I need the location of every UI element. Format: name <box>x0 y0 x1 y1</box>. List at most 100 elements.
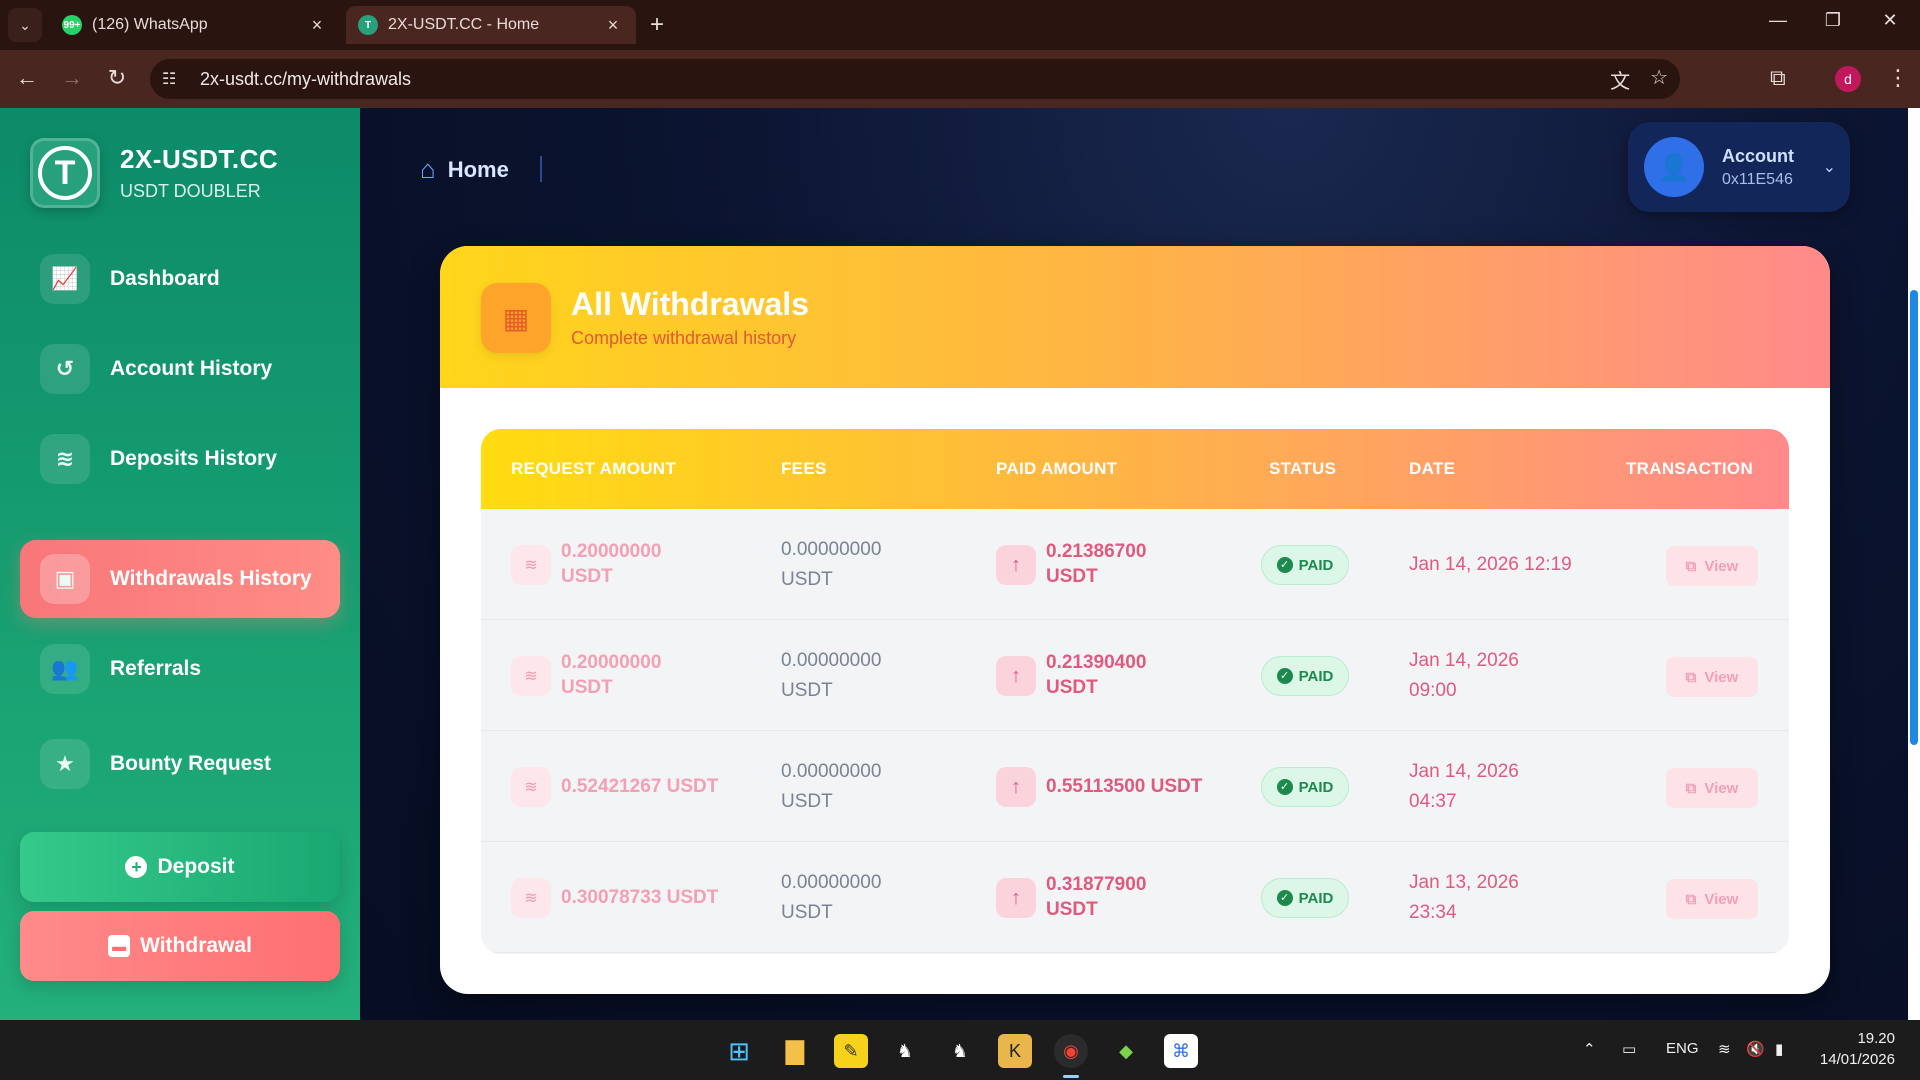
tab-whatsapp[interactable]: 99+ (126) WhatsApp × <box>50 6 340 44</box>
external-link-icon: ⧉ <box>1685 890 1697 908</box>
translate-icon[interactable]: 文 <box>1610 65 1630 94</box>
chrome-icon[interactable]: ◉ <box>1054 1034 1088 1068</box>
active-app-indicator <box>1063 1075 1079 1078</box>
plus-circle-icon: + <box>125 856 148 878</box>
os-taskbar: ⊞ ▇ ✎ ♞ ♞ K ◉ ◆ ⌘ ⌃ ▭ ENG ≋ 🔇 ▮ 19.20 14… <box>0 1020 1920 1080</box>
sidebar-item-deposits-history[interactable]: ≋ Deposits History <box>20 420 340 498</box>
game-launcher-icon[interactable]: K <box>998 1034 1032 1068</box>
url-text: 2x-usdt.cc/my-withdrawals <box>200 68 412 89</box>
card-header: ▦ All Withdrawals Complete withdrawal hi… <box>440 246 1830 388</box>
bluestacks-icon[interactable]: ◆ <box>1109 1034 1143 1068</box>
chevron-up-icon[interactable]: ⌃ <box>1583 1040 1596 1058</box>
scrollbar-thumb[interactable] <box>1910 290 1918 745</box>
view-transaction-button[interactable]: ⧉ View <box>1666 879 1758 919</box>
column-header-paid-amount: PAID AMOUNT <box>996 459 1118 478</box>
date-value: Jan 14, 2026 12:19 <box>1409 554 1572 575</box>
profile-avatar[interactable]: d <box>1835 66 1861 92</box>
minimize-button[interactable]: — <box>1758 10 1798 31</box>
browser-profile-icon[interactable]: ⌘ <box>1164 1034 1198 1068</box>
restore-button[interactable]: ❐ <box>1813 10 1853 31</box>
close-window-button[interactable]: ✕ <box>1870 10 1910 31</box>
sidebar-item-label: Withdrawals History <box>110 567 312 590</box>
sidebar-item-label: Referrals <box>110 657 202 680</box>
card-subtitle: Complete withdrawal history <box>571 328 797 348</box>
coins-icon: ≋ <box>511 878 551 918</box>
volume-muted-icon[interactable]: 🔇 <box>1746 1040 1765 1058</box>
request-amount: 0.52421267 USDT <box>561 776 719 797</box>
file-explorer-icon[interactable]: ▇ <box>778 1034 812 1068</box>
coins-icon: ≋ <box>511 545 551 585</box>
check-circle-icon: ✓ <box>1276 890 1293 906</box>
history-icon: ↺ <box>40 344 90 394</box>
column-header-request-amount: REQUEST AMOUNT <box>511 459 677 478</box>
sidebar-item-referrals[interactable]: 👥 Referrals <box>20 630 340 708</box>
paid-amount: 0.55113500 USDT <box>1046 776 1203 797</box>
coins-stack-icon: ≋ <box>40 434 90 484</box>
sidebar-item-withdrawals-history[interactable]: ▣ Withdrawals History <box>20 540 340 618</box>
brand-name: 2X-USDT.CC <box>120 144 279 174</box>
view-transaction-button[interactable]: ⧉ View <box>1666 546 1758 586</box>
external-link-icon: ⧉ <box>1685 557 1697 575</box>
brand-subtitle: USDT DOUBLER <box>120 181 261 201</box>
home-icon: ⌂ <box>420 154 436 184</box>
sidebar-item-label: Bounty Request <box>110 752 272 775</box>
close-tab-icon[interactable]: × <box>602 15 624 36</box>
column-header-status: STATUS <box>1269 459 1337 478</box>
sidebar-item-bounty-request[interactable]: ★ Bounty Request <box>20 725 340 803</box>
withdrawal-button[interactable]: ▬ Withdrawal <box>20 911 340 981</box>
sidebar-item-dashboard[interactable]: 📈 Dashboard <box>20 240 340 318</box>
breadcrumb-home[interactable]: ⌂ Home <box>420 154 509 185</box>
app-character-icon[interactable]: ♞ <box>888 1034 922 1068</box>
request-amount: 0.20000000 USDT <box>561 652 662 698</box>
system-clock[interactable]: 19.20 14/01/2026 <box>1815 1028 1895 1070</box>
language-indicator[interactable]: ENG <box>1666 1040 1699 1057</box>
account-menu[interactable]: 👤 Account 0x11E546 ⌄ <box>1628 122 1850 212</box>
back-button[interactable]: ← <box>12 66 42 90</box>
date-value: Jan 13, 2026 23:34 <box>1409 872 1519 923</box>
reload-button[interactable]: ↻ <box>102 66 132 90</box>
sticky-notes-icon[interactable]: ✎ <box>834 1034 868 1068</box>
chevron-down-icon: ⌄ <box>1822 159 1836 176</box>
sidebar-item-label: Dashboard <box>110 267 220 290</box>
tablet-mode-icon[interactable]: ▭ <box>1622 1040 1636 1058</box>
coins-icon: ≋ <box>511 656 551 696</box>
paid-amount: 0.21390400 USDT <box>1046 652 1147 698</box>
tab-search-button[interactable]: ⌄ <box>8 8 42 42</box>
table-row: ≋ 0.52421267 USDT 0.00000000 USDT ↑ 0.551… <box>481 731 1789 842</box>
close-tab-icon[interactable]: × <box>306 15 328 36</box>
brand[interactable]: T 2X-USDT.CC USDT DOUBLER <box>30 138 278 208</box>
check-circle-icon: ✓ <box>1276 779 1293 795</box>
status-badge: ✓ PAID <box>1261 767 1349 807</box>
card-title: All Withdrawals <box>571 286 809 322</box>
extensions-icon[interactable]: ⧉ <box>1770 65 1786 91</box>
view-transaction-button[interactable]: ⧉ View <box>1666 768 1758 808</box>
home-label: Home <box>447 156 509 182</box>
app-character-icon[interactable]: ♞ <box>943 1034 977 1068</box>
clock-date: 14/01/2026 <box>1819 1051 1895 1068</box>
browser-toolbar: ← → ↻ ☷ 2x-usdt.cc/my-withdrawals 文 ☆ ⧉ … <box>0 50 1920 108</box>
logo-letter: T <box>38 146 92 200</box>
status-badge: ✓ PAID <box>1261 545 1349 585</box>
external-link-icon: ⧉ <box>1685 668 1697 686</box>
address-bar[interactable]: ☷ 2x-usdt.cc/my-withdrawals 文 ☆ <box>150 59 1680 99</box>
request-amount: 0.20000000 USDT <box>561 541 662 587</box>
site-info-icon[interactable]: ☷ <box>162 69 192 89</box>
tab-2x-usdt[interactable]: T 2X-USDT.CC - Home × <box>346 6 636 44</box>
sidebar-item-account-history[interactable]: ↺ Account History <box>20 330 340 408</box>
wifi-icon[interactable]: ≋ <box>1718 1040 1731 1058</box>
deposit-button[interactable]: + Deposit <box>20 832 340 902</box>
windows-start-icon[interactable]: ⊞ <box>722 1034 756 1068</box>
battery-icon[interactable]: ▮ <box>1775 1040 1783 1058</box>
column-header-date: DATE <box>1409 459 1456 478</box>
deposit-label: Deposit <box>157 855 235 878</box>
forward-button[interactable]: → <box>57 66 87 90</box>
sidebar-item-label: Deposits History <box>110 447 277 470</box>
tab-title: 2X-USDT.CC - Home <box>388 16 540 33</box>
table-row: ≋ 0.30078733 USDT 0.00000000 USDT ↑ 0.318… <box>481 842 1789 953</box>
new-tab-button[interactable]: + <box>650 12 664 38</box>
bookmark-star-icon[interactable]: ☆ <box>1650 65 1668 94</box>
view-transaction-button[interactable]: ⧉ View <box>1666 657 1758 697</box>
status-badge: ✓ PAID <box>1261 656 1349 696</box>
menu-dots-icon[interactable]: ⋮ <box>1887 65 1909 91</box>
withdrawals-table: REQUEST AMOUNT FEES PAID AMOUNT STATUS D… <box>481 429 1789 954</box>
